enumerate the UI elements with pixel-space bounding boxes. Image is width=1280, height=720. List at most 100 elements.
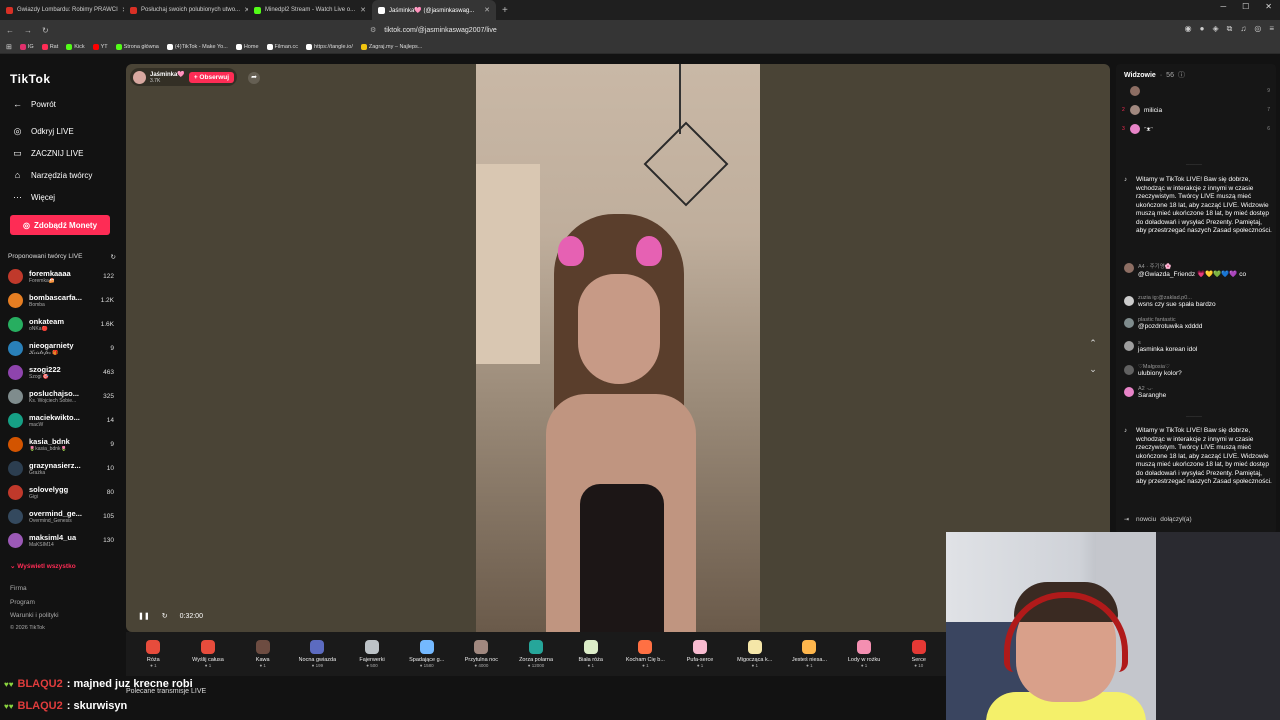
extension-icon[interactable]: ◉: [1185, 24, 1192, 34]
profile-icon[interactable]: ◎: [1254, 24, 1261, 34]
bookmark-item[interactable]: Home: [235, 43, 259, 50]
gift-icon: [638, 640, 653, 654]
gift-item[interactable]: Lody w rożku ● 1: [837, 632, 892, 676]
menu-icon[interactable]: ≡: [1269, 24, 1274, 34]
suggested-creator[interactable]: grazynasierz... Grażka 10: [8, 457, 114, 479]
new-tab-button[interactable]: +: [502, 5, 508, 16]
gift-item[interactable]: Nocna gwiazda ● 199: [290, 632, 345, 676]
refresh-icon[interactable]: ↻: [162, 612, 168, 620]
follow-button[interactable]: + Obserwuj: [188, 71, 235, 83]
pause-icon[interactable]: ❚❚: [138, 612, 150, 620]
close-icon[interactable]: ✕: [1265, 2, 1272, 11]
chat-message[interactable]: plastic fantastic @pozdrotuwika xdddd: [1124, 317, 1272, 330]
bookmark-item[interactable]: https://tangle.io/: [306, 43, 353, 50]
browser-tab[interactable]: Jaśminka🩷 (@jasminkaswag... ✕: [372, 0, 496, 20]
suggested-creator[interactable]: nieogarniety 𝓚𝓻𝓲𝓼𝓽𝓸𝓯𝓮𝓻 🎁 9: [8, 337, 114, 359]
host-avatar[interactable]: [133, 70, 146, 84]
nav-start-live[interactable]: ▭ ZACZNIJ LIVE: [12, 148, 83, 159]
creator-subtitle: Ks. Wojciech Sobie...: [29, 397, 77, 404]
chat-message[interactable]: ♡Małgosia♡ ulubiony kolor?: [1124, 364, 1272, 377]
puzzle-icon[interactable]: ⧉: [1227, 24, 1233, 34]
gift-item[interactable]: Spadające g... ● 1580: [399, 632, 454, 676]
suggested-creator[interactable]: posluchajso... Ks. Wojciech Sobie... 325: [8, 385, 114, 407]
creator-avatar: [8, 364, 23, 380]
nav-discover-live[interactable]: ◎ Odkryj LIVE: [12, 126, 74, 137]
url-field[interactable]: ⚙ tiktok.com/@jasminkaswag2007/live: [370, 24, 910, 36]
reload-icon[interactable]: ↻: [42, 26, 49, 35]
close-tab-icon[interactable]: ✕: [484, 6, 490, 14]
footer-link[interactable]: Program: [10, 599, 35, 606]
gift-item[interactable]: Wyślij całusa ● 1: [181, 632, 236, 676]
gift-item[interactable]: Fajerwerki ● 500: [345, 632, 400, 676]
refresh-icon[interactable]: ↻: [111, 253, 116, 261]
tiktok-logo[interactable]: TikTok: [10, 72, 51, 86]
suggested-creator[interactable]: bombascarfa... Bomba 1.2K: [8, 289, 114, 311]
gift-item[interactable]: Migocząca k... ● 1: [727, 632, 782, 676]
chat-message[interactable]: s jasminka korean idol: [1124, 340, 1272, 353]
chat-message[interactable]: A4 · 주기영🌸 @Gwiazda_Friendz 💗💛💚💙💜 co: [1124, 262, 1272, 278]
chat-message[interactable]: A2 ·ᴗ· Saranghe: [1124, 386, 1272, 399]
viewer-row[interactable]: 2 milicia 7: [1122, 104, 1270, 116]
minimize-icon[interactable]: ─: [1220, 2, 1226, 11]
bookmark-item[interactable]: IG: [19, 43, 34, 50]
gift-item[interactable]: Przytulna noc ● 4000: [454, 632, 509, 676]
footer-link[interactable]: Warunki i polityki: [10, 612, 59, 619]
suggested-creator[interactable]: maciekwikto... macW 14: [8, 409, 114, 431]
apps-icon[interactable]: ⊞: [6, 43, 12, 51]
chat-avatar: [1124, 387, 1134, 397]
bookmark-item[interactable]: Strona główna: [115, 43, 159, 50]
chevron-down-icon[interactable]: ⌄: [1086, 364, 1100, 378]
gift-item[interactable]: Kocham Cię b... ● 1: [618, 632, 673, 676]
nav-creator-tools[interactable]: ⌂ Narzędzia twórcy: [12, 170, 93, 180]
suggested-creators-header: Proponowani twórcy LIVE ↻: [8, 253, 116, 261]
back-icon[interactable]: ←: [6, 26, 14, 35]
chevron-up-icon[interactable]: ⌃: [1086, 338, 1100, 352]
music-icon[interactable]: ♫: [1240, 24, 1246, 34]
tab-title: Minedpl2 Stream - Watch Live o...: [265, 7, 356, 13]
share-icon[interactable]: ➦: [248, 72, 260, 84]
creator-name: solovelygg: [29, 484, 69, 494]
back-link[interactable]: ← Powrót: [12, 99, 56, 109]
footer-link[interactable]: Firma: [10, 585, 27, 592]
suggested-creator[interactable]: foremkaaaa Foremka🍰 122: [8, 265, 114, 287]
chat-message[interactable]: zuzia ig:@zaklad.p0... wsns czy sue spała…: [1124, 295, 1272, 308]
creator-name: grazynasierz...: [29, 460, 81, 470]
nav-more[interactable]: ··· Więcej: [12, 192, 55, 202]
host-info[interactable]: Jaśminka🩷 3.7K + Obserwuj: [130, 68, 238, 86]
site-info-icon[interactable]: ⚙: [370, 26, 376, 34]
browser-tab[interactable]: Posłuchaj swoich polubionych utwo... ✕: [124, 0, 248, 20]
suggested-creator[interactable]: szogi222 Szogi 🎯 463: [8, 361, 114, 383]
viewer-row[interactable]: 3 ᵔᴥᵔ 6: [1122, 123, 1270, 135]
gift-item[interactable]: Serce ● 10: [891, 632, 946, 676]
gift-item[interactable]: Pufa-serce ● 1: [673, 632, 728, 676]
bookmark-item[interactable]: YT: [92, 43, 108, 50]
video-frame[interactable]: [476, 64, 760, 632]
browser-tab[interactable]: Gwiazdy Lombardu: Robimy PRAWCI✕: [0, 0, 124, 20]
suggested-creator[interactable]: onkateam oNKa🔴 1.6K: [8, 313, 114, 335]
show-all-link[interactable]: ⌄ Wyświetl wszystko: [10, 562, 76, 570]
gift-item[interactable]: Róża ● 1: [126, 632, 181, 676]
gift-item[interactable]: Biała róża ● 1: [563, 632, 618, 676]
info-icon[interactable]: ⓘ: [1178, 70, 1185, 80]
viewer-name: milicia: [1144, 106, 1163, 114]
forward-icon[interactable]: →: [24, 26, 32, 35]
suggested-creator[interactable]: kasia_bdnk 🌷kasia_bdnk🌷 9: [8, 433, 114, 455]
close-tab-icon[interactable]: ✕: [360, 6, 366, 14]
suggested-creator[interactable]: solovelygg Gigi 80: [8, 481, 114, 503]
bookmark-item[interactable]: (4)TikTok - Make Yo...: [166, 43, 228, 50]
bookmark-item[interactable]: Zagraj.my – Najleps...: [360, 43, 422, 50]
suggested-creator[interactable]: overmind_ge... Overmind_Genesis 105: [8, 505, 114, 527]
extension-icon[interactable]: ●: [1200, 24, 1205, 34]
gift-item[interactable]: Kawa ● 1: [235, 632, 290, 676]
viewer-row[interactable]: 9: [1122, 85, 1270, 97]
bookmark-item[interactable]: Filman.cc: [266, 43, 298, 50]
gift-item[interactable]: Jesteś niesa... ● 1: [782, 632, 837, 676]
bookmark-item[interactable]: Rat: [41, 43, 58, 50]
gift-item[interactable]: Zorza polarna ● 12000: [509, 632, 564, 676]
extension-icon[interactable]: ◈: [1212, 24, 1218, 34]
bookmark-item[interactable]: Kick: [66, 43, 85, 50]
browser-tab[interactable]: Minedpl2 Stream - Watch Live o... ✕: [248, 0, 372, 20]
get-coins-button[interactable]: ◎ Zdobądź Monety: [10, 215, 110, 235]
maximize-icon[interactable]: ☐: [1242, 2, 1249, 11]
suggested-creator[interactable]: maksiml4_ua MaKSIM14 130: [8, 529, 114, 551]
